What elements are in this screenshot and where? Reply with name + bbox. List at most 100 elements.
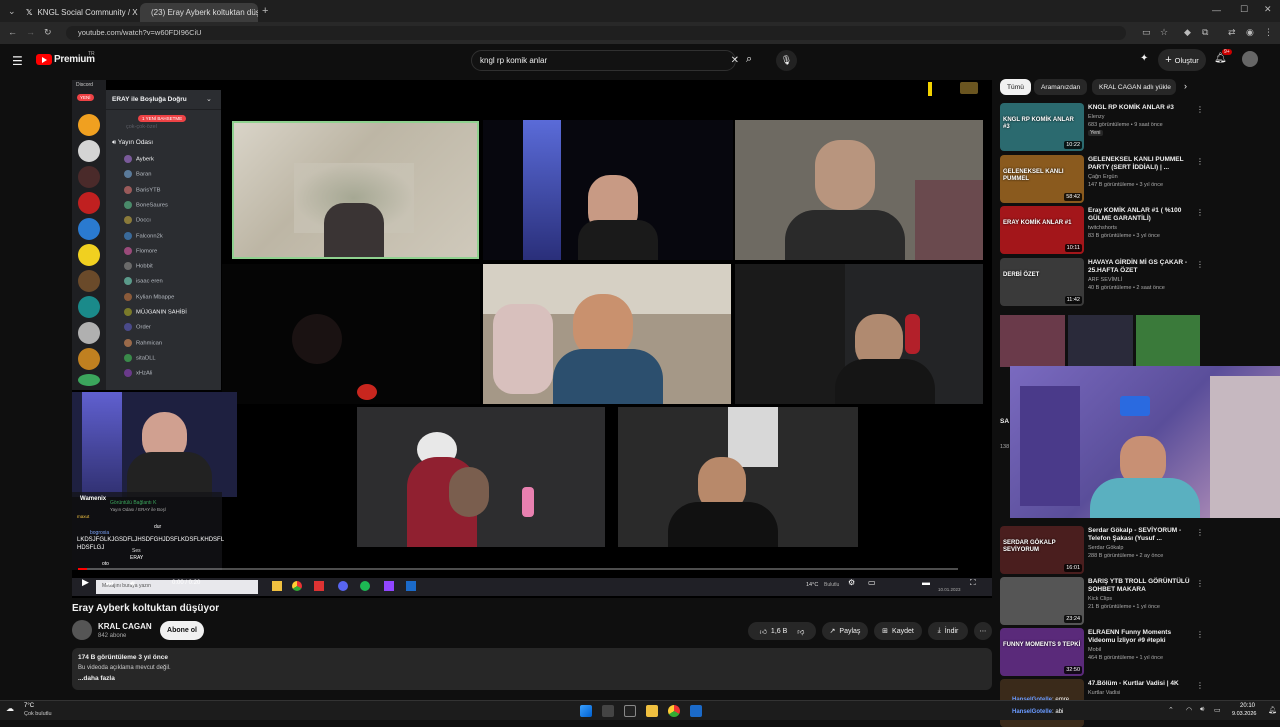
show-more-link[interactable]: ...daha fazla — [78, 675, 115, 682]
server-icon[interactable] — [78, 166, 100, 188]
recommendation-channel[interactable]: twitchshorts — [1088, 225, 1117, 231]
server-icon[interactable] — [78, 114, 100, 136]
weather-text[interactable]: Çok bulutlu — [24, 711, 52, 717]
recommendation-channel[interactable]: Kurtlar Vadisi — [1088, 690, 1120, 696]
voice-member[interactable]: Kylian Mbappe — [124, 292, 174, 301]
tab-youtube[interactable]: (23) Eray Ayberk koltuktan düşü ✕ — [140, 3, 258, 22]
download-button[interactable]: ⤓ İndir — [928, 622, 968, 640]
server-icon[interactable] — [78, 218, 100, 240]
chrome-icon[interactable] — [668, 705, 680, 717]
search-icon[interactable]: ⌕ — [746, 53, 752, 66]
recommendation-item[interactable]: GELENEKSEL KANLI PUMMEL 58:42 GELENEKSEL K… — [1000, 155, 1204, 203]
voice-member[interactable]: BoneSaures — [124, 200, 168, 209]
recommendation-title[interactable]: 47.Bölüm - Kurtlar Vadisi | 4K — [1088, 680, 1192, 688]
server-icon[interactable] — [78, 244, 100, 266]
more-options-icon[interactable]: ⋮ — [1196, 260, 1204, 269]
more-options-icon[interactable]: ⋮ — [1196, 157, 1204, 166]
forward-icon[interactable]: → — [26, 28, 35, 37]
extensions-puzzle-icon[interactable]: ⧉ — [1202, 28, 1208, 37]
progress-bar[interactable] — [78, 568, 958, 570]
hidden-recommendation[interactable] — [1000, 315, 1200, 367]
task-view-icon[interactable] — [602, 705, 614, 717]
chevron-right-icon[interactable]: › — [1184, 81, 1187, 91]
clear-search-icon[interactable]: ✕ — [731, 51, 739, 70]
mention-badge[interactable]: 1 YENİ BAHSETME — [138, 115, 187, 122]
start-icon[interactable] — [580, 705, 592, 717]
weather-icon[interactable]: ☁ — [6, 704, 14, 713]
clock-date[interactable]: 9.03.2026 — [1232, 711, 1256, 717]
like-icon[interactable]: 👍︎ — [760, 627, 767, 636]
recommendation-channel[interactable]: Kick Clips — [1088, 596, 1112, 602]
server-header[interactable]: ERAY ile Boşluğa Doğru ⌄ — [106, 90, 221, 110]
voice-member[interactable]: Order — [124, 323, 151, 332]
server-icon[interactable] — [78, 270, 100, 292]
create-button[interactable]: + Oluştur — [1158, 49, 1206, 71]
recommendation-title[interactable]: ELRAENN Funny Moments Videomu İzliyor #9… — [1088, 629, 1192, 645]
recommendation-title[interactable]: KNGL RP KOMİK ANLAR #3 — [1088, 104, 1192, 112]
speaker-icon[interactable]: 🔊︎ — [1200, 706, 1204, 714]
channel-avatar[interactable] — [72, 620, 92, 640]
reload-icon[interactable]: ↻ — [44, 28, 52, 37]
extension-icon[interactable]: ◆ — [1184, 28, 1191, 37]
voice-member[interactable]: MÜJGANIN SAHİBİ — [124, 308, 187, 316]
video-thumbnail[interactable]: ERAY KOMİK ANLAR #1 10:11 — [1000, 206, 1084, 254]
cast-icon[interactable]: ▭ — [1142, 28, 1151, 37]
subtitles-icon[interactable]: ▭ — [868, 578, 876, 587]
chip-from-channel[interactable]: KRAL CAGAN adlı yükle — [1092, 79, 1176, 95]
voice-member[interactable]: sitaDLL — [124, 353, 156, 362]
steam-icon[interactable] — [690, 705, 702, 717]
chip-all[interactable]: Tümü — [1000, 79, 1031, 95]
wifi-icon[interactable]: ◠ — [1186, 706, 1192, 714]
clock-time[interactable]: 20:10 — [1240, 703, 1255, 709]
obs-icon[interactable] — [624, 705, 636, 717]
recommendation-channel[interactable]: ARF SEVİMLİ — [1088, 277, 1122, 283]
more-options-icon[interactable]: ⋮ — [1196, 208, 1204, 217]
save-button[interactable]: ⊞ Kaydet — [874, 622, 922, 640]
volume-icon[interactable]: 🔊︎ — [130, 579, 135, 589]
voice-member[interactable]: Hobbit — [124, 262, 153, 271]
sidebar-icon[interactable]: ⇄ — [1228, 28, 1236, 37]
close-window-icon[interactable]: ✕ — [1264, 5, 1272, 14]
subscribe-button[interactable]: Abone ol — [160, 621, 204, 640]
recommendation-item[interactable]: FUNNY MOMENTS 9 TEPKİ 32:50 ELRAENN Funny … — [1000, 628, 1204, 676]
share-button[interactable]: ↗ Paylaş — [822, 622, 868, 640]
server-icon[interactable] — [78, 296, 100, 318]
voice-member[interactable]: Flomore — [124, 246, 157, 255]
voice-channel[interactable]: 🔊︎ Yayın Odası — [112, 139, 153, 147]
youtube-logo-icon[interactable] — [36, 54, 52, 65]
search-input[interactable]: kngl rp komik anlar ✕ — [471, 50, 739, 71]
voice-member[interactable]: Baran — [124, 170, 151, 179]
voice-member[interactable]: Rahmican — [124, 338, 162, 347]
play-icon[interactable]: ▶ — [82, 577, 89, 588]
server-icon[interactable] — [78, 140, 100, 162]
recommendation-item[interactable]: SERDAR GÖKALP SEVİYORUM 16:01 Serdar Gökal… — [1000, 526, 1204, 574]
video-thumbnail[interactable]: DERBİ ÖZET 11:42 — [1000, 258, 1084, 306]
chevron-down-icon[interactable]: ⌄ — [206, 95, 212, 103]
recommendation-channel[interactable]: Çağrı Ergün — [1088, 174, 1118, 180]
more-options-icon[interactable]: ⋮ — [1196, 681, 1204, 690]
voice-member[interactable]: Ayberk — [124, 155, 154, 163]
recommendation-channel[interactable]: Serdar Gökalp — [1088, 545, 1123, 551]
tray-chevron-icon[interactable]: ⌃ — [1168, 706, 1174, 714]
video-thumbnail[interactable]: SERDAR GÖKALP SEVİYORUM 16:01 — [1000, 526, 1084, 574]
channel-name[interactable]: KRAL CAGAN — [98, 622, 152, 631]
recommendation-title[interactable]: HAVAYA GİRDİN Mİ GS ÇAKAR - 25.HAFTA ÖZE… — [1088, 259, 1192, 275]
more-options-icon[interactable]: ⋮ — [1196, 579, 1204, 588]
more-options-icon[interactable]: ⋮ — [1196, 105, 1204, 114]
recommendation-item[interactable]: 23:24 BARIŞ YTB TROLL GÖRÜNTÜLÜ SOHBET MA… — [1000, 577, 1204, 625]
video-thumbnail[interactable]: FUNNY MOMENTS 9 TEPKİ 32:50 — [1000, 628, 1084, 676]
voice-member[interactable]: Falconn2k — [124, 231, 163, 240]
recommendation-title[interactable]: Eray KOMİK ANLAR #1 ( %100 GÜLME GARANTİ… — [1088, 207, 1192, 223]
channel-faded[interactable]: çok-çok-özel — [126, 124, 157, 130]
bookmark-star-icon[interactable]: ☆ — [1160, 28, 1168, 37]
video-thumbnail[interactable]: 23:24 — [1000, 577, 1084, 625]
description-box[interactable]: 174 B görüntüleme 3 yıl önce Bu videoda … — [72, 648, 992, 690]
recommendation-title[interactable]: GELENEKSEL KANLI PUMMEL PARTY (SERT İDDİ… — [1088, 156, 1192, 172]
voice-member[interactable]: BarisYTB — [124, 185, 160, 194]
voice-member[interactable]: isaac eren — [124, 277, 163, 286]
video-thumbnail[interactable]: GELENEKSEL KANLI PUMMEL 58:42 — [1000, 155, 1084, 203]
tab-x[interactable]: 𝕏 KNGL Social Community / X ✕ — [20, 3, 138, 22]
weather-temperature[interactable]: 7°C — [24, 703, 34, 709]
settings-gear-icon[interactable]: ⚙ — [848, 578, 855, 587]
more-options-icon[interactable]: ⋮ — [1196, 528, 1204, 537]
